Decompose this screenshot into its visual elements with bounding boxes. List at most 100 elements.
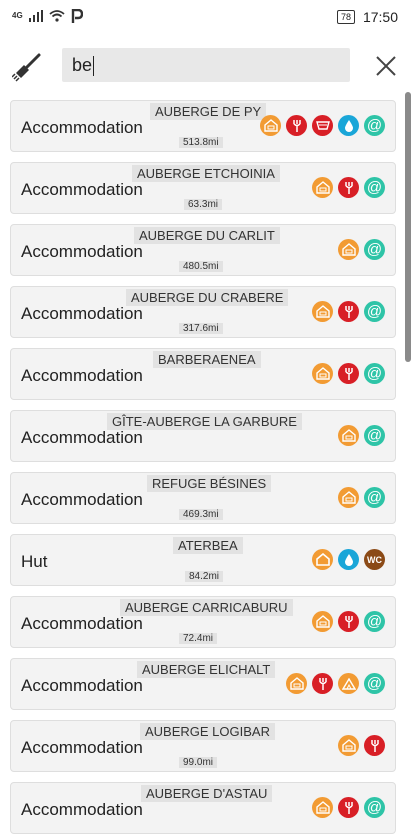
result-title: AUBERGE DU CRABERE [126,289,289,306]
hut-icon [312,549,333,570]
lodge-icon [338,239,359,260]
result-title: AUBERGE DE PY [150,103,267,120]
result-card[interactable]: Accommodation AUBERGE DE PY 513.8mi @ [10,100,396,152]
battery-icon: 78 [336,10,355,24]
result-card[interactable]: Accommodation AUBERGE ELICHALT @ [10,658,396,710]
result-distance: 63.3mi [184,199,223,210]
result-category: Accommodation [21,614,143,633]
result-distance: 84.2mi [185,571,224,582]
camping-icon [338,673,359,694]
signal-icon [28,10,43,22]
result-category: Accommodation [21,242,143,261]
result-category: Accommodation [21,490,143,509]
result-distance: 317.6mi [179,323,223,334]
result-card[interactable]: Accommodation AUBERGE ETCHOINIA 63.3mi @ [10,162,396,214]
lodge-icon [286,673,307,694]
result-amenities [338,735,385,756]
result-distance: 480.5mi [179,261,223,272]
result-title: AUBERGE DU CARLIT [134,227,280,244]
lodge-icon [260,115,281,136]
result-amenities: @ [338,239,385,260]
result-title: GÎTE-AUBERGE LA GARBURE [107,413,302,430]
result-category: Hut [21,552,48,571]
lodge-icon [338,487,359,508]
text-caret [93,56,95,77]
restaurant-icon [338,363,359,384]
result-card[interactable]: Accommodation AUBERGE D'ASTAU @ [10,782,396,834]
network-type: 4G [12,11,23,20]
result-amenities: @ [312,301,385,322]
email-icon: @ [364,487,385,508]
result-card[interactable]: Accommodation GÎTE-AUBERGE LA GARBURE @ [10,410,396,462]
result-title: AUBERGE D'ASTAU [141,785,273,802]
clock: 17:50 [362,9,398,25]
result-title: AUBERGE ELICHALT [137,661,276,678]
result-amenities: @ [286,673,385,694]
restaurant-icon [364,735,385,756]
result-distance: 469.3mi [179,509,223,520]
email-icon: @ [364,115,385,136]
result-card[interactable]: Hut ATERBEA 84.2mi WC [10,534,396,586]
result-title: BARBERAENEA [153,351,261,368]
search-input[interactable]: be [62,48,350,82]
lodge-icon [312,797,333,818]
water-icon [338,115,359,136]
result-title: ATERBEA [173,537,243,554]
result-card[interactable]: Accommodation AUBERGE DU CARLIT 480.5mi @ [10,224,396,276]
result-amenities: @ [312,363,385,384]
restaurant-icon [338,797,359,818]
result-category: Accommodation [21,800,143,819]
result-card[interactable]: Accommodation AUBERGE LOGIBAR 99.0mi [10,720,396,772]
result-distance: 72.4mi [179,633,218,644]
email-icon: @ [364,363,385,384]
restaurant-icon [338,301,359,322]
status-bar: 4G 78 17:50 [0,0,412,36]
result-amenities: @ [338,425,385,446]
status-left: 4G [12,9,83,23]
email-icon: @ [364,301,385,322]
result-title: AUBERGE ETCHOINIA [132,165,280,182]
status-right: 78 17:50 [336,9,398,25]
parking-app-icon [71,9,83,23]
restaurant-icon [338,177,359,198]
email-icon: @ [364,177,385,198]
result-category: Accommodation [21,676,143,695]
result-card[interactable]: Accommodation BARBERAENEA @ [10,348,396,400]
result-title: AUBERGE LOGIBAR [140,723,275,740]
result-title: AUBERGE CARRICABURU [120,599,293,616]
email-icon: @ [364,239,385,260]
email-icon: @ [364,797,385,818]
search-value: be [72,55,93,75]
result-card[interactable]: Accommodation AUBERGE CARRICABURU 72.4mi @ [10,596,396,648]
lodge-icon [338,735,359,756]
lodge-icon [312,611,333,632]
result-category: Accommodation [21,738,143,757]
result-card[interactable]: Accommodation REFUGE BÉSINES 469.3mi @ [10,472,396,524]
close-icon[interactable] [372,52,400,80]
broom-icon[interactable] [12,52,42,82]
email-icon: @ [364,611,385,632]
lodge-icon [312,301,333,322]
restaurant-icon [312,673,333,694]
email-icon: @ [364,673,385,694]
result-category: Accommodation [21,428,143,447]
result-amenities: WC [312,549,385,570]
result-category: Accommodation [21,180,143,199]
result-distance: 513.8mi [179,137,223,148]
result-amenities: @ [338,487,385,508]
result-category: Accommodation [21,118,143,137]
lodge-icon [312,363,333,384]
lodge-icon [312,177,333,198]
result-amenities: @ [260,115,385,136]
result-category: Accommodation [21,366,143,385]
search-bar: be [0,44,412,88]
result-card[interactable]: Accommodation AUBERGE DU CRABERE 317.6mi @ [10,286,396,338]
result-category: Accommodation [21,304,143,323]
scrollbar[interactable] [405,92,411,362]
wifi-icon [49,10,65,22]
restaurant-icon [286,115,307,136]
result-amenities: @ [312,177,385,198]
result-title: REFUGE BÉSINES [147,475,272,492]
water-icon [338,549,359,570]
wc-icon: WC [364,549,385,570]
